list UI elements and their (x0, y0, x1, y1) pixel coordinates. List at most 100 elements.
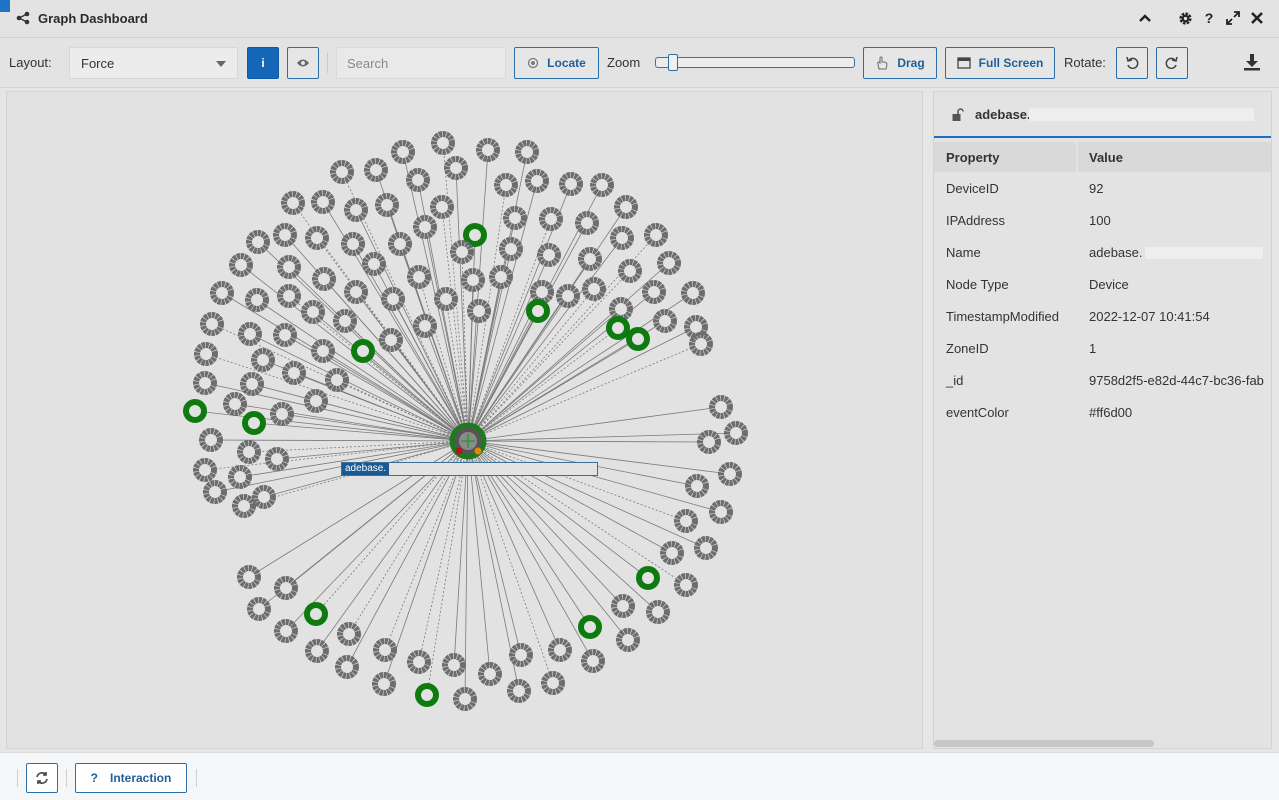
graph-node[interactable] (581, 649, 605, 673)
graph-node[interactable] (379, 328, 403, 352)
graph-node[interactable] (247, 597, 271, 621)
locate-button[interactable]: Locate (514, 47, 599, 79)
graph-node[interactable] (325, 368, 349, 392)
graph-node[interactable] (364, 158, 388, 182)
graph-node[interactable] (559, 172, 583, 196)
graph-node[interactable] (442, 653, 466, 677)
graph-node[interactable] (273, 223, 297, 247)
graph-node[interactable] (265, 447, 289, 471)
graph-node[interactable] (541, 671, 565, 695)
graph-node-highlighted[interactable] (242, 411, 266, 435)
graph-node[interactable] (476, 138, 500, 162)
graph-node[interactable] (229, 253, 253, 277)
graph-node[interactable] (610, 226, 634, 250)
graph-node[interactable] (697, 430, 721, 454)
graph-node[interactable] (232, 494, 256, 518)
graph-node[interactable] (709, 395, 733, 419)
graph-node[interactable] (548, 638, 572, 662)
graph-node[interactable] (653, 309, 677, 333)
graph-node[interactable] (515, 140, 539, 164)
graph-node[interactable] (616, 628, 640, 652)
graph-node[interactable] (341, 232, 365, 256)
chevron-up-icon[interactable] (1137, 9, 1153, 27)
graph-node-highlighted[interactable] (526, 299, 550, 323)
graph-node[interactable] (237, 440, 261, 464)
graph-node[interactable] (274, 576, 298, 600)
graph-node[interactable] (391, 140, 415, 164)
zoom-slider[interactable] (655, 57, 855, 68)
graph-node[interactable] (203, 480, 227, 504)
graph-node-highlighted[interactable] (578, 615, 602, 639)
column-header-property[interactable]: Property (934, 142, 1077, 172)
network-graph[interactable] (7, 92, 923, 749)
layout-select[interactable]: Force (69, 47, 238, 79)
graph-node[interactable] (407, 265, 431, 289)
graph-node[interactable] (413, 215, 437, 239)
search-input[interactable] (336, 47, 506, 79)
graph-node[interactable] (614, 195, 638, 219)
graph-node[interactable] (575, 211, 599, 235)
graph-node[interactable] (252, 485, 276, 509)
graph-node[interactable] (503, 206, 527, 230)
graph-node[interactable] (444, 156, 468, 180)
graph-node[interactable] (270, 402, 294, 426)
graph-node[interactable] (301, 300, 325, 324)
graph-node[interactable] (644, 223, 668, 247)
graph-node[interactable] (646, 600, 670, 624)
interaction-button[interactable]: ? Interaction (75, 763, 187, 793)
graph-node[interactable] (330, 160, 354, 184)
zoom-slider-handle[interactable] (668, 54, 679, 71)
graph-node[interactable] (246, 230, 270, 254)
help-icon[interactable]: ? (1201, 9, 1217, 27)
graph-node[interactable] (335, 655, 359, 679)
graph-node[interactable] (525, 169, 549, 193)
graph-node[interactable] (509, 643, 533, 667)
graph-node[interactable] (609, 297, 633, 321)
graph-node[interactable] (199, 428, 223, 452)
graph-node[interactable] (344, 198, 368, 222)
graph-node[interactable] (507, 679, 531, 703)
graph-node[interactable] (311, 339, 335, 363)
graph-node[interactable] (556, 284, 580, 308)
graph-node[interactable] (539, 207, 563, 231)
graph-node[interactable] (724, 421, 748, 445)
visibility-button[interactable] (287, 47, 319, 79)
graph-node[interactable] (657, 251, 681, 275)
close-icon[interactable] (1249, 9, 1265, 27)
graph-node[interactable] (200, 312, 224, 336)
graph-node[interactable] (709, 500, 733, 524)
graph-node-highlighted[interactable] (183, 399, 207, 423)
graph-node[interactable] (537, 243, 561, 267)
graph-node[interactable] (582, 277, 606, 301)
rotate-left-button[interactable] (1116, 47, 1148, 79)
graph-node[interactable] (381, 287, 405, 311)
drag-button[interactable]: Drag (863, 47, 937, 79)
graph-node[interactable] (578, 247, 602, 271)
graph-node[interactable] (450, 240, 474, 264)
graph-node[interactable] (373, 638, 397, 662)
graph-node[interactable] (489, 265, 513, 289)
graph-node[interactable] (333, 309, 357, 333)
expand-icon[interactable] (1225, 9, 1241, 27)
graph-node[interactable] (223, 392, 247, 416)
graph-node[interactable] (277, 284, 301, 308)
download-icon[interactable] (1243, 53, 1261, 71)
graph-node[interactable] (530, 280, 554, 304)
graph-node[interactable] (337, 622, 361, 646)
column-header-value[interactable]: Value (1076, 142, 1271, 172)
graph-node[interactable] (362, 252, 386, 276)
graph-node[interactable] (372, 672, 396, 696)
graph-node[interactable] (304, 389, 328, 413)
full-screen-button[interactable]: Full Screen (945, 47, 1055, 79)
graph-node[interactable] (694, 536, 718, 560)
central-node[interactable] (449, 422, 487, 460)
graph-node[interactable] (273, 323, 297, 347)
graph-node[interactable] (251, 348, 275, 372)
graph-node-highlighted[interactable] (606, 316, 630, 340)
graph-node-highlighted[interactable] (304, 602, 328, 626)
graph-node[interactable] (274, 619, 298, 643)
graph-node[interactable] (590, 173, 614, 197)
graph-canvas[interactable]: adebase. (6, 91, 923, 749)
graph-node[interactable] (674, 509, 698, 533)
graph-node[interactable] (642, 280, 666, 304)
